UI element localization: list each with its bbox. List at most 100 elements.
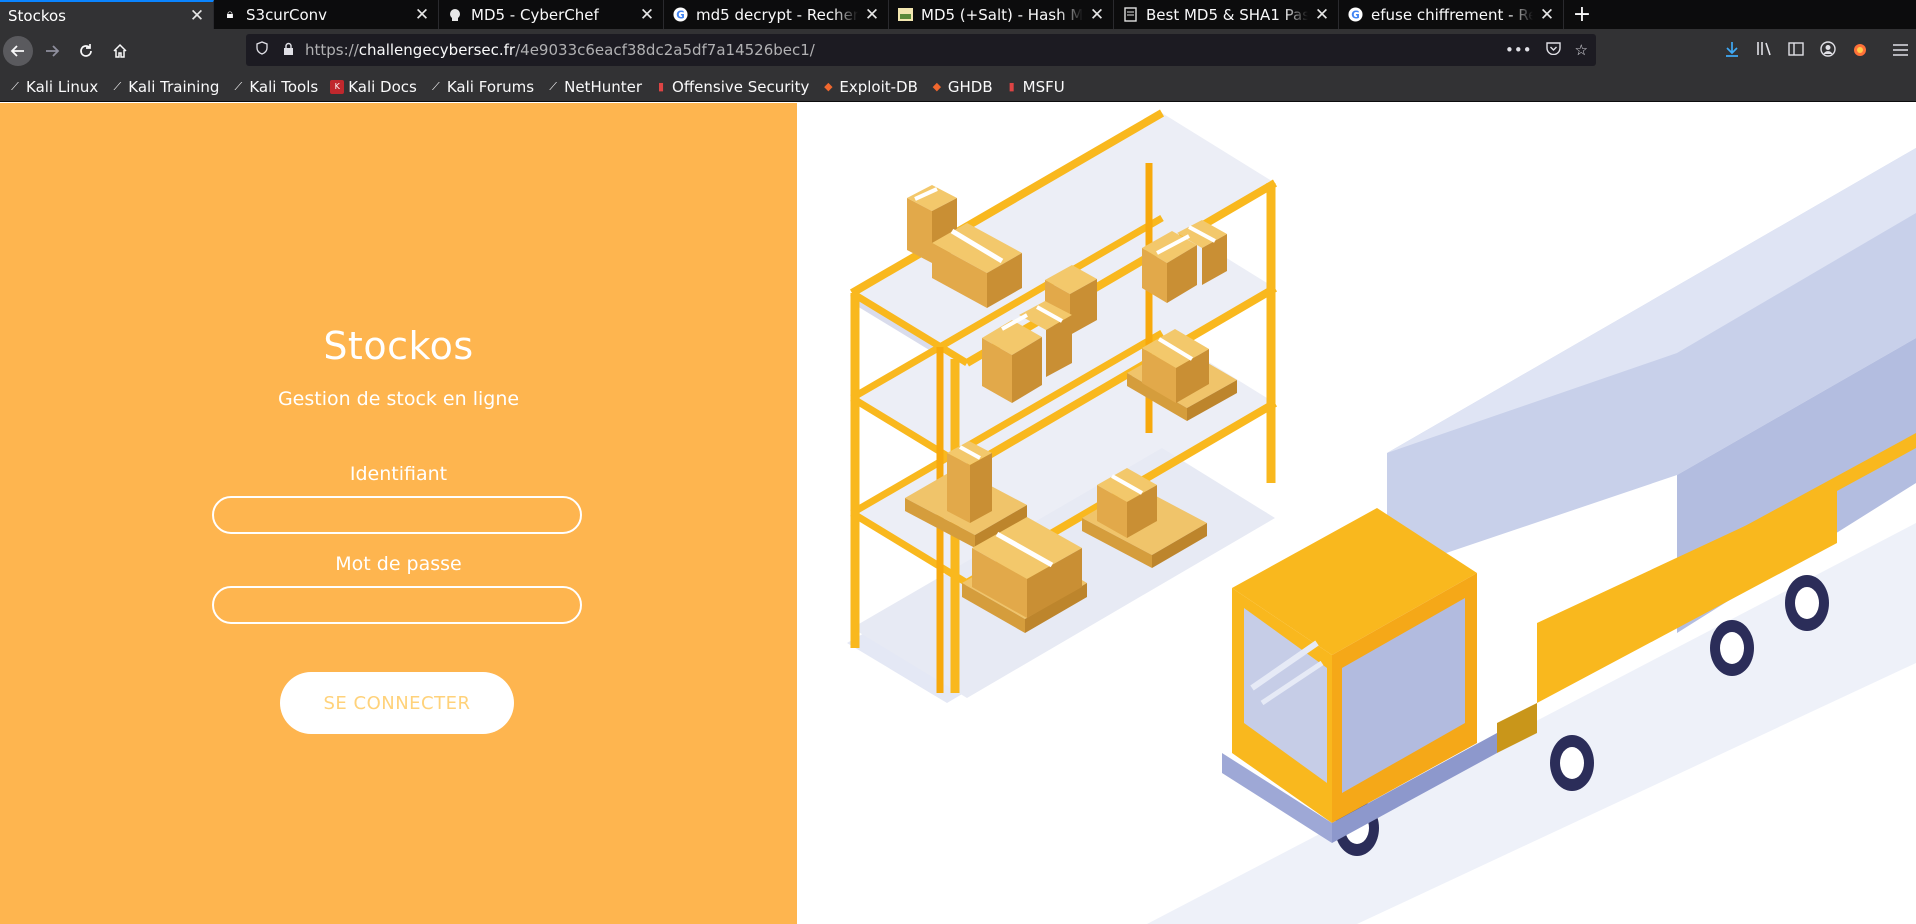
username-label: Identifiant bbox=[349, 463, 448, 485]
login-button[interactable]: SE CONNECTER bbox=[280, 672, 514, 734]
back-button[interactable] bbox=[3, 35, 33, 66]
bookmark-label: GHDB bbox=[947, 77, 993, 96]
tab-title: MD5 - CyberChef bbox=[471, 5, 599, 24]
url-bar[interactable]: https://challengecybersec.fr/4e9033c6eac… bbox=[246, 34, 1596, 66]
tab-title: Best MD5 & SHA1 Passw bbox=[1146, 5, 1308, 24]
bookmark-exploit-db[interactable]: ◆ Exploit-DB bbox=[821, 78, 918, 96]
toolbar-right bbox=[1716, 29, 1916, 72]
extension-icon[interactable] bbox=[1844, 41, 1876, 61]
url-actions: ••• ☆ bbox=[1505, 34, 1588, 66]
bookmark-label: Kali Tools bbox=[249, 77, 319, 96]
truck-icon bbox=[1222, 148, 1916, 856]
tab-bar: Stockos ✕ 🔒︎ S3curConv ✕ MD5 - CyberChef… bbox=[0, 0, 1916, 29]
close-icon[interactable]: ✕ bbox=[864, 5, 880, 25]
sidebar-icon[interactable] bbox=[1780, 41, 1812, 60]
tab-title: md5 decrypt - Recherche bbox=[696, 5, 858, 24]
reload-icon bbox=[80, 43, 92, 57]
bookmark-label: Exploit-DB bbox=[839, 77, 918, 96]
tab-stockos[interactable]: Stockos ✕ bbox=[0, 0, 214, 29]
bookmark-kali-linux[interactable]: ⟋ Kali Linux bbox=[8, 78, 98, 96]
kali-icon: ⟋ bbox=[432, 79, 440, 93]
tab-s3curconv[interactable]: 🔒︎ S3curConv ✕ bbox=[214, 0, 439, 29]
doc-icon bbox=[1122, 7, 1138, 23]
page-subtitle: Gestion de stock en ligne bbox=[277, 388, 520, 410]
bookmark-ghdb[interactable]: ◆ GHDB bbox=[930, 78, 993, 96]
shield-icon[interactable] bbox=[254, 41, 270, 59]
bookmark-msfu[interactable]: ▮ MSFU bbox=[1005, 78, 1065, 96]
tab-efuse[interactable]: G efuse chiffrement - Rech ✕ bbox=[1339, 0, 1564, 29]
download-icon[interactable] bbox=[1716, 41, 1748, 61]
svg-text:G: G bbox=[676, 9, 684, 21]
exploitdb-icon: ◆ bbox=[932, 80, 942, 93]
bookmark-label: Kali Training bbox=[128, 77, 220, 96]
page-content: Stockos Gestion de stock en ligne Identi… bbox=[0, 103, 1916, 924]
login-panel: Stockos Gestion de stock en ligne Identi… bbox=[0, 103, 797, 924]
url-host: challengecybersec.fr bbox=[358, 41, 516, 59]
bookmark-label: Kali Docs bbox=[348, 77, 417, 96]
bookmark-label: Offensive Security bbox=[672, 77, 810, 96]
close-icon[interactable]: ✕ bbox=[639, 5, 655, 25]
password-field[interactable] bbox=[212, 586, 582, 624]
tab-title: Stockos bbox=[8, 6, 66, 25]
home-icon bbox=[113, 43, 127, 58]
home-button[interactable] bbox=[105, 36, 135, 66]
chef-icon bbox=[447, 7, 463, 23]
tab-best-md5[interactable]: Best MD5 & SHA1 Passw ✕ bbox=[1114, 0, 1339, 29]
account-icon[interactable] bbox=[1812, 40, 1844, 61]
tab-title: efuse chiffrement - Rech bbox=[1371, 5, 1533, 24]
bookmarks-toolbar: ⟋ Kali Linux ⟋ Kali Training ⟋ Kali Tools K… bbox=[0, 72, 1916, 102]
more-icon[interactable]: ••• bbox=[1505, 41, 1532, 59]
page-title: Stockos bbox=[323, 324, 474, 368]
offsec-icon: ▮ bbox=[657, 80, 665, 93]
bookmark-kali-tools[interactable]: ⟋ Kali Tools bbox=[231, 77, 319, 96]
kali-icon: ⟋ bbox=[113, 79, 122, 93]
nav-bar: https://challengecybersec.fr/4e9033c6eac… bbox=[0, 29, 1916, 72]
arrow-right-icon bbox=[46, 44, 60, 57]
bookmark-nethunter[interactable]: ⟋ NetHunter bbox=[546, 78, 642, 96]
url-text[interactable]: https://challengecybersec.fr/4e9033c6eac… bbox=[305, 41, 815, 59]
bookmark-offensive-security[interactable]: ▮ Offensive Security bbox=[654, 78, 809, 96]
bookmark-label: Kali Linux bbox=[26, 77, 99, 96]
tab-md5-salt[interactable]: MD5 (+Salt) - Hash Mot d ✕ bbox=[889, 0, 1114, 29]
menu-icon[interactable] bbox=[1884, 42, 1916, 60]
lock-icon[interactable] bbox=[280, 42, 296, 58]
close-icon[interactable]: ✕ bbox=[1539, 5, 1555, 25]
close-icon[interactable]: ✕ bbox=[1314, 5, 1330, 25]
star-icon[interactable]: ☆ bbox=[1575, 41, 1588, 59]
reload-button[interactable] bbox=[71, 36, 101, 66]
url-path: /4e9033c6eacf38dc2a5df7a14526bec1/ bbox=[515, 41, 815, 59]
bookmark-kali-docs[interactable]: K Kali Docs bbox=[330, 78, 417, 96]
kali-docs-icon: K bbox=[330, 79, 345, 94]
image-icon bbox=[897, 7, 913, 23]
kali-icon: ⟋ bbox=[234, 79, 243, 93]
url-scheme: https:// bbox=[305, 41, 359, 59]
bookmark-kali-training[interactable]: ⟋ Kali Training bbox=[110, 78, 219, 96]
svg-text:G: G bbox=[1351, 9, 1359, 21]
kali-icon: ⟋ bbox=[549, 79, 557, 93]
close-icon[interactable]: ✕ bbox=[1089, 5, 1105, 25]
lock-icon: 🔒︎ bbox=[226, 7, 234, 22]
tab-md5-decrypt[interactable]: G md5 decrypt - Recherche ✕ bbox=[664, 0, 889, 29]
google-icon: G bbox=[672, 7, 688, 23]
bookmark-label: Kali Forums bbox=[446, 77, 535, 96]
bookmark-kali-forums[interactable]: ⟋ Kali Forums bbox=[429, 78, 534, 96]
password-label: Mot de passe bbox=[335, 553, 462, 575]
tab-cyberchef[interactable]: MD5 - CyberChef ✕ bbox=[439, 0, 664, 29]
close-icon[interactable]: ✕ bbox=[414, 5, 430, 25]
username-field[interactable] bbox=[212, 496, 582, 534]
new-tab-button[interactable]: + bbox=[1564, 0, 1600, 29]
arrow-left-icon bbox=[10, 44, 24, 57]
exploitdb-icon: ◆ bbox=[824, 80, 833, 93]
kali-icon: ⟋ bbox=[11, 79, 19, 93]
pocket-icon[interactable] bbox=[1545, 41, 1561, 59]
forward-button[interactable] bbox=[37, 36, 67, 66]
warehouse-illustration bbox=[847, 109, 1916, 924]
library-icon[interactable] bbox=[1748, 41, 1780, 60]
illustration-panel bbox=[797, 103, 1916, 924]
bookmark-label: MSFU bbox=[1022, 77, 1065, 96]
google-icon: G bbox=[1347, 7, 1363, 23]
close-icon[interactable]: ✕ bbox=[189, 6, 205, 26]
bookmark-label: NetHunter bbox=[564, 77, 643, 96]
tab-title: MD5 (+Salt) - Hash Mot d bbox=[921, 5, 1083, 24]
tab-title: S3curConv bbox=[246, 5, 328, 24]
